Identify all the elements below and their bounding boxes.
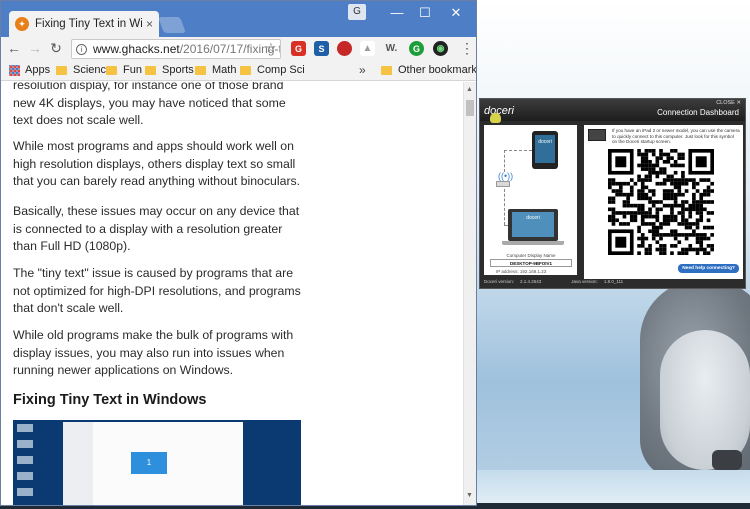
folder-icon — [240, 65, 251, 75]
tab-title: Fixing Tiny Text in Windo — [35, 18, 142, 30]
doceri-version-label: Doceri version: — [484, 279, 515, 284]
computer-name-label: Computer Display Name — [506, 253, 556, 258]
page-scrollbar[interactable]: ▲ ▼ — [463, 82, 476, 505]
qr-code-image — [608, 149, 714, 255]
wifi-icon: ((•)) — [498, 171, 514, 181]
bookmark-label: Sports — [162, 64, 194, 76]
laptop-icon: doceri — [508, 209, 558, 241]
maximize-button[interactable]: ☐ — [411, 5, 439, 21]
article-paragraph: resolution display, for instance one of … — [13, 82, 286, 127]
camera-symbol-icon — [588, 129, 606, 141]
settings-window-image: 1 — [63, 422, 243, 505]
need-help-button[interactable]: Need help connecting? — [678, 264, 739, 273]
bookmark-fun[interactable]: Fun — [106, 64, 142, 76]
ip-address: IP address: 192.168.1.23 — [496, 269, 547, 274]
folder-icon — [195, 65, 206, 75]
scroll-thumb[interactable] — [466, 100, 474, 116]
title-bar[interactable]: ✦ Fixing Tiny Text in Windo × G — ☐ ✕ — [1, 1, 476, 37]
browser-toolbar: ← → ↻ i www.ghacks.net/2016/07/17/fixing… — [1, 37, 476, 61]
bookmark-apps[interactable]: Apps — [9, 64, 50, 76]
doceri-window: CLOSE ✕ doceri Connection Dashboard doce… — [479, 98, 746, 289]
doceri-title: Connection Dashboard — [657, 108, 739, 117]
forward-arrow-icon[interactable]: → — [26, 40, 44, 56]
java-version-value: 1.8.0_111 — [603, 279, 624, 284]
site-favicon-icon: ✦ — [15, 17, 29, 31]
qr-panel: If you have an iPad 2 or newer model, yo… — [584, 125, 743, 279]
bookmark-star-icon[interactable]: ☆ — [265, 40, 277, 56]
bookmark-other[interactable]: Other bookmarks — [381, 64, 477, 76]
doceri-header[interactable]: CLOSE ✕ doceri Connection Dashboard — [480, 99, 745, 121]
hand-pointer-icon — [490, 113, 501, 123]
minimize-button[interactable]: — — [383, 5, 411, 20]
router-icon — [496, 181, 510, 187]
site-info-icon[interactable]: i — [76, 43, 87, 55]
article-paragraph: Basically, these issues may occur on any… — [13, 204, 300, 253]
page-content: resolution display, for instance one of … — [1, 82, 463, 505]
profile-button[interactable]: G — [348, 4, 366, 20]
extension-w-icon[interactable]: W. — [384, 41, 399, 56]
scroll-up-icon[interactable]: ▲ — [466, 86, 473, 93]
computer-name-field[interactable]: DESKTOP-9BFOIV1 — [490, 259, 572, 267]
desktop-icons — [17, 424, 33, 504]
extension-flag-icon[interactable] — [337, 41, 352, 56]
url-host: www.ghacks.net — [93, 42, 180, 56]
scroll-down-icon[interactable]: ▼ — [466, 492, 473, 499]
java-version-label: Java version: — [571, 279, 598, 284]
connector-line — [504, 150, 532, 151]
bookmark-math[interactable]: Math — [195, 64, 236, 76]
new-tab-button[interactable] — [158, 17, 186, 33]
extension-s-icon[interactable]: S — [314, 41, 329, 56]
bookmark-science[interactable]: Science — [56, 64, 112, 76]
bookmark-comp-sci[interactable]: Comp Sci — [240, 64, 305, 76]
bookmark-label: Fun — [123, 64, 142, 76]
bookmarks-overflow-button[interactable]: » — [359, 63, 366, 77]
laptop-base — [502, 241, 564, 245]
wallpaper-penguin-foot — [712, 450, 742, 470]
article-paragraph: While old programs make the bulk of prog… — [13, 328, 294, 377]
extension-circle-icon[interactable]: ◉ — [433, 41, 448, 56]
folder-icon — [106, 65, 117, 75]
connector-line — [504, 189, 505, 225]
display-preview: 1 — [131, 452, 167, 474]
back-arrow-icon[interactable]: ← — [5, 40, 23, 56]
doceri-footer: Doceri version: 2.1.4.2543 Java version:… — [484, 279, 742, 284]
ipad-screen-label: doceri — [535, 135, 555, 163]
doceri-version-value: 2.1.4.2543 — [520, 279, 542, 284]
extension-drive-icon[interactable]: ▲ — [360, 41, 375, 56]
bookmark-label: Math — [212, 64, 237, 76]
qr-instructions: If you have an iPad 2 or newer model, yo… — [612, 128, 740, 145]
article-paragraph: The "tiny text" issue is caused by progr… — [13, 266, 301, 315]
bookmark-label: Apps — [25, 64, 51, 76]
apps-grid-icon — [9, 64, 20, 76]
address-bar[interactable]: i www.ghacks.net/2016/07/17/fixing-ti — [71, 39, 281, 59]
extension-g-icon[interactable]: G — [291, 41, 306, 56]
article-heading: Fixing Tiny Text in Windows — [13, 392, 207, 408]
bookmark-label: Other bookmarks — [398, 64, 477, 76]
connection-diagram: doceri ((•)) doceri Computer Display Nam… — [484, 125, 577, 275]
folder-icon — [381, 65, 392, 75]
close-window-button[interactable]: ✕ — [442, 5, 470, 21]
wallpaper-penguin-belly — [660, 330, 750, 470]
bookmarks-bar: Apps Science Fun Sports Math Comp Sci » … — [1, 61, 476, 81]
doceri-close-button[interactable]: CLOSE ✕ — [716, 100, 741, 106]
folder-icon — [56, 65, 67, 75]
folder-icon — [145, 65, 156, 75]
laptop-screen-label: doceri — [512, 212, 554, 237]
article-screenshot-image[interactable]: 1 — [13, 420, 301, 505]
reload-icon[interactable]: ↻ — [47, 40, 65, 57]
bookmark-sports[interactable]: Sports — [145, 64, 194, 76]
browser-tab[interactable]: ✦ Fixing Tiny Text in Windo × — [9, 11, 159, 37]
connector-line — [504, 150, 505, 172]
article-paragraph: While most programs and apps should work… — [13, 139, 301, 188]
ipad-icon: doceri — [532, 131, 558, 169]
chrome-menu-icon[interactable]: ⋮ — [460, 40, 474, 57]
extension-grammarly-icon[interactable]: G — [409, 41, 424, 56]
browser-window: ✦ Fixing Tiny Text in Windo × G — ☐ ✕ ← … — [0, 0, 477, 506]
settings-sidebar-image — [63, 422, 93, 505]
bookmark-label: Comp Sci — [257, 64, 305, 76]
tab-close-icon[interactable]: × — [146, 17, 153, 31]
